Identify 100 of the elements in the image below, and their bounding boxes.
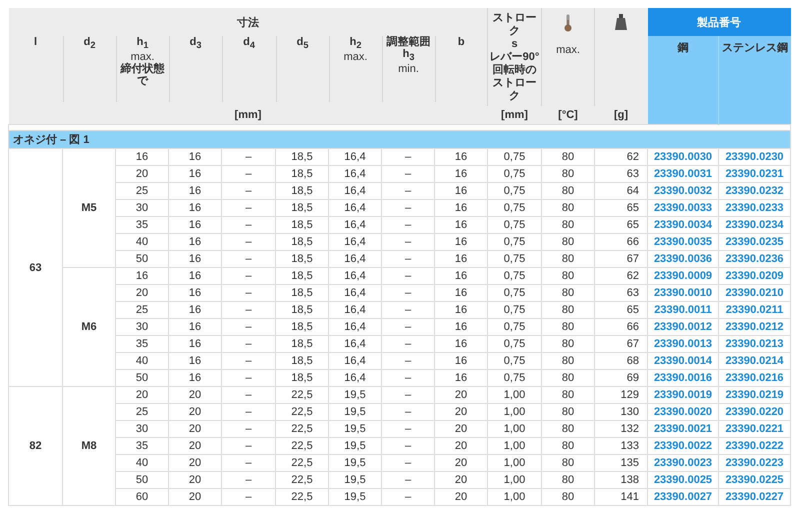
table-cell: 80 xyxy=(542,200,594,216)
column-header: d$_{2}$ xyxy=(62,36,116,102)
table-cell: 16,4 xyxy=(328,148,382,166)
table-cell: 16 xyxy=(168,336,222,352)
part-number-link[interactable]: 23390.0012 xyxy=(648,318,718,336)
table-cell: – xyxy=(222,182,276,200)
part-number-link[interactable]: 23390.0014 xyxy=(648,352,718,370)
table-cell: 67 xyxy=(594,336,648,352)
table-cell: 129 xyxy=(594,386,648,404)
column-header: max. xyxy=(542,8,594,106)
table-cell: 80 xyxy=(542,404,594,420)
table-cell: 18,5 xyxy=(276,200,328,216)
part-number-link[interactable]: 23390.0223 xyxy=(718,454,790,472)
part-number-link[interactable]: 23390.0216 xyxy=(718,370,790,386)
table-cell: – xyxy=(222,488,276,506)
unit-label: [g] xyxy=(594,106,648,124)
part-number-link[interactable]: 23390.0032 xyxy=(648,182,718,200)
table-cell: 80 xyxy=(542,386,594,404)
table-cell: 16,4 xyxy=(328,370,382,386)
part-number-link[interactable]: 23390.0221 xyxy=(718,420,790,438)
part-number-link[interactable]: 23390.0016 xyxy=(648,370,718,386)
table-cell: 40 xyxy=(116,352,168,370)
table-cell: – xyxy=(222,386,276,404)
table-cell: – xyxy=(222,284,276,302)
part-number-link[interactable]: 23390.0210 xyxy=(718,284,790,302)
part-number-link[interactable]: 23390.0222 xyxy=(718,438,790,454)
table-cell: 16 xyxy=(168,352,222,370)
table-cell: – xyxy=(382,166,434,182)
part-number-link[interactable]: 23390.0225 xyxy=(718,472,790,488)
part-number-link[interactable]: 23390.0227 xyxy=(718,488,790,506)
table-cell: 16,4 xyxy=(328,166,382,182)
part-number-link[interactable]: 23390.0232 xyxy=(718,182,790,200)
table-cell: 40 xyxy=(116,234,168,250)
table-cell: 18,5 xyxy=(276,182,328,200)
table-cell: 18,5 xyxy=(276,352,328,370)
table-cell: 16 xyxy=(168,250,222,268)
part-number-link[interactable]: 23390.0213 xyxy=(718,336,790,352)
part-number-link[interactable]: 23390.0011 xyxy=(648,302,718,318)
table-cell: 16,4 xyxy=(328,336,382,352)
table-cell: 135 xyxy=(594,454,648,472)
part-number-link[interactable]: 23390.0209 xyxy=(718,268,790,284)
table-cell: 35 xyxy=(116,216,168,234)
unit-label: [mm] xyxy=(8,106,488,124)
part-number-link[interactable]: 23390.0233 xyxy=(718,200,790,216)
table-cell: – xyxy=(222,216,276,234)
part-number-link[interactable]: 23390.0036 xyxy=(648,250,718,268)
table-cell: 16 xyxy=(434,302,488,318)
table-cell: 80 xyxy=(542,302,594,318)
table-cell: – xyxy=(382,234,434,250)
part-number-link[interactable]: 23390.0035 xyxy=(648,234,718,250)
table-cell: 80 xyxy=(542,488,594,506)
part-number-link[interactable]: 23390.0214 xyxy=(718,352,790,370)
part-number-link[interactable]: 23390.0236 xyxy=(718,250,790,268)
table-cell: 0,75 xyxy=(488,370,542,386)
table-cell: 65 xyxy=(594,200,648,216)
table-cell: 16 xyxy=(168,302,222,318)
table-cell: 80 xyxy=(542,234,594,250)
part-number-link[interactable]: 23390.0212 xyxy=(718,318,790,336)
part-number-link[interactable]: 23390.0220 xyxy=(718,404,790,420)
section-header: オネジ付 – 図 1 xyxy=(8,130,790,148)
part-number-link[interactable]: 23390.0010 xyxy=(648,284,718,302)
table-cell: 20 xyxy=(116,166,168,182)
table-cell: 16 xyxy=(116,148,168,166)
table-cell: 16 xyxy=(434,182,488,200)
part-number-link[interactable]: 23390.0009 xyxy=(648,268,718,284)
part-number-link[interactable]: 23390.0027 xyxy=(648,488,718,506)
table-cell: – xyxy=(222,148,276,166)
part-number-link[interactable]: 23390.0231 xyxy=(718,166,790,182)
unit-label: [°C] xyxy=(542,106,594,124)
part-number-link[interactable]: 23390.0030 xyxy=(648,148,718,166)
table-cell: 19,5 xyxy=(328,420,382,438)
part-number-link[interactable]: 23390.0211 xyxy=(718,302,790,318)
table-cell: 16,4 xyxy=(328,268,382,284)
column-header: d$_{4}$ xyxy=(222,36,276,102)
table-cell: 25 xyxy=(116,182,168,200)
table-cell: – xyxy=(222,352,276,370)
table-cell: 16 xyxy=(168,318,222,336)
part-number-link[interactable]: 23390.0235 xyxy=(718,234,790,250)
column-group-header: 寸法 xyxy=(8,8,488,36)
part-number-link[interactable]: 23390.0234 xyxy=(718,216,790,234)
table-cell: 16,4 xyxy=(328,318,382,336)
part-number-link[interactable]: 23390.0019 xyxy=(648,386,718,404)
table-cell: 22,5 xyxy=(276,386,328,404)
table-cell: 25 xyxy=(116,404,168,420)
table-cell: 68 xyxy=(594,352,648,370)
table-cell: – xyxy=(382,454,434,472)
part-number-link[interactable]: 23390.0021 xyxy=(648,420,718,438)
part-number-link[interactable]: 23390.0230 xyxy=(718,148,790,166)
table-cell: 20 xyxy=(116,284,168,302)
part-number-link[interactable]: 23390.0033 xyxy=(648,200,718,216)
part-number-link[interactable]: 23390.0013 xyxy=(648,336,718,352)
table-cell: 66 xyxy=(594,234,648,250)
part-number-link[interactable]: 23390.0020 xyxy=(648,404,718,420)
part-number-link[interactable]: 23390.0219 xyxy=(718,386,790,404)
part-number-link[interactable]: 23390.0031 xyxy=(648,166,718,182)
part-number-link[interactable]: 23390.0025 xyxy=(648,472,718,488)
part-number-link[interactable]: 23390.0022 xyxy=(648,438,718,454)
table-cell: 20 xyxy=(434,438,488,454)
part-number-link[interactable]: 23390.0023 xyxy=(648,454,718,472)
part-number-link[interactable]: 23390.0034 xyxy=(648,216,718,234)
